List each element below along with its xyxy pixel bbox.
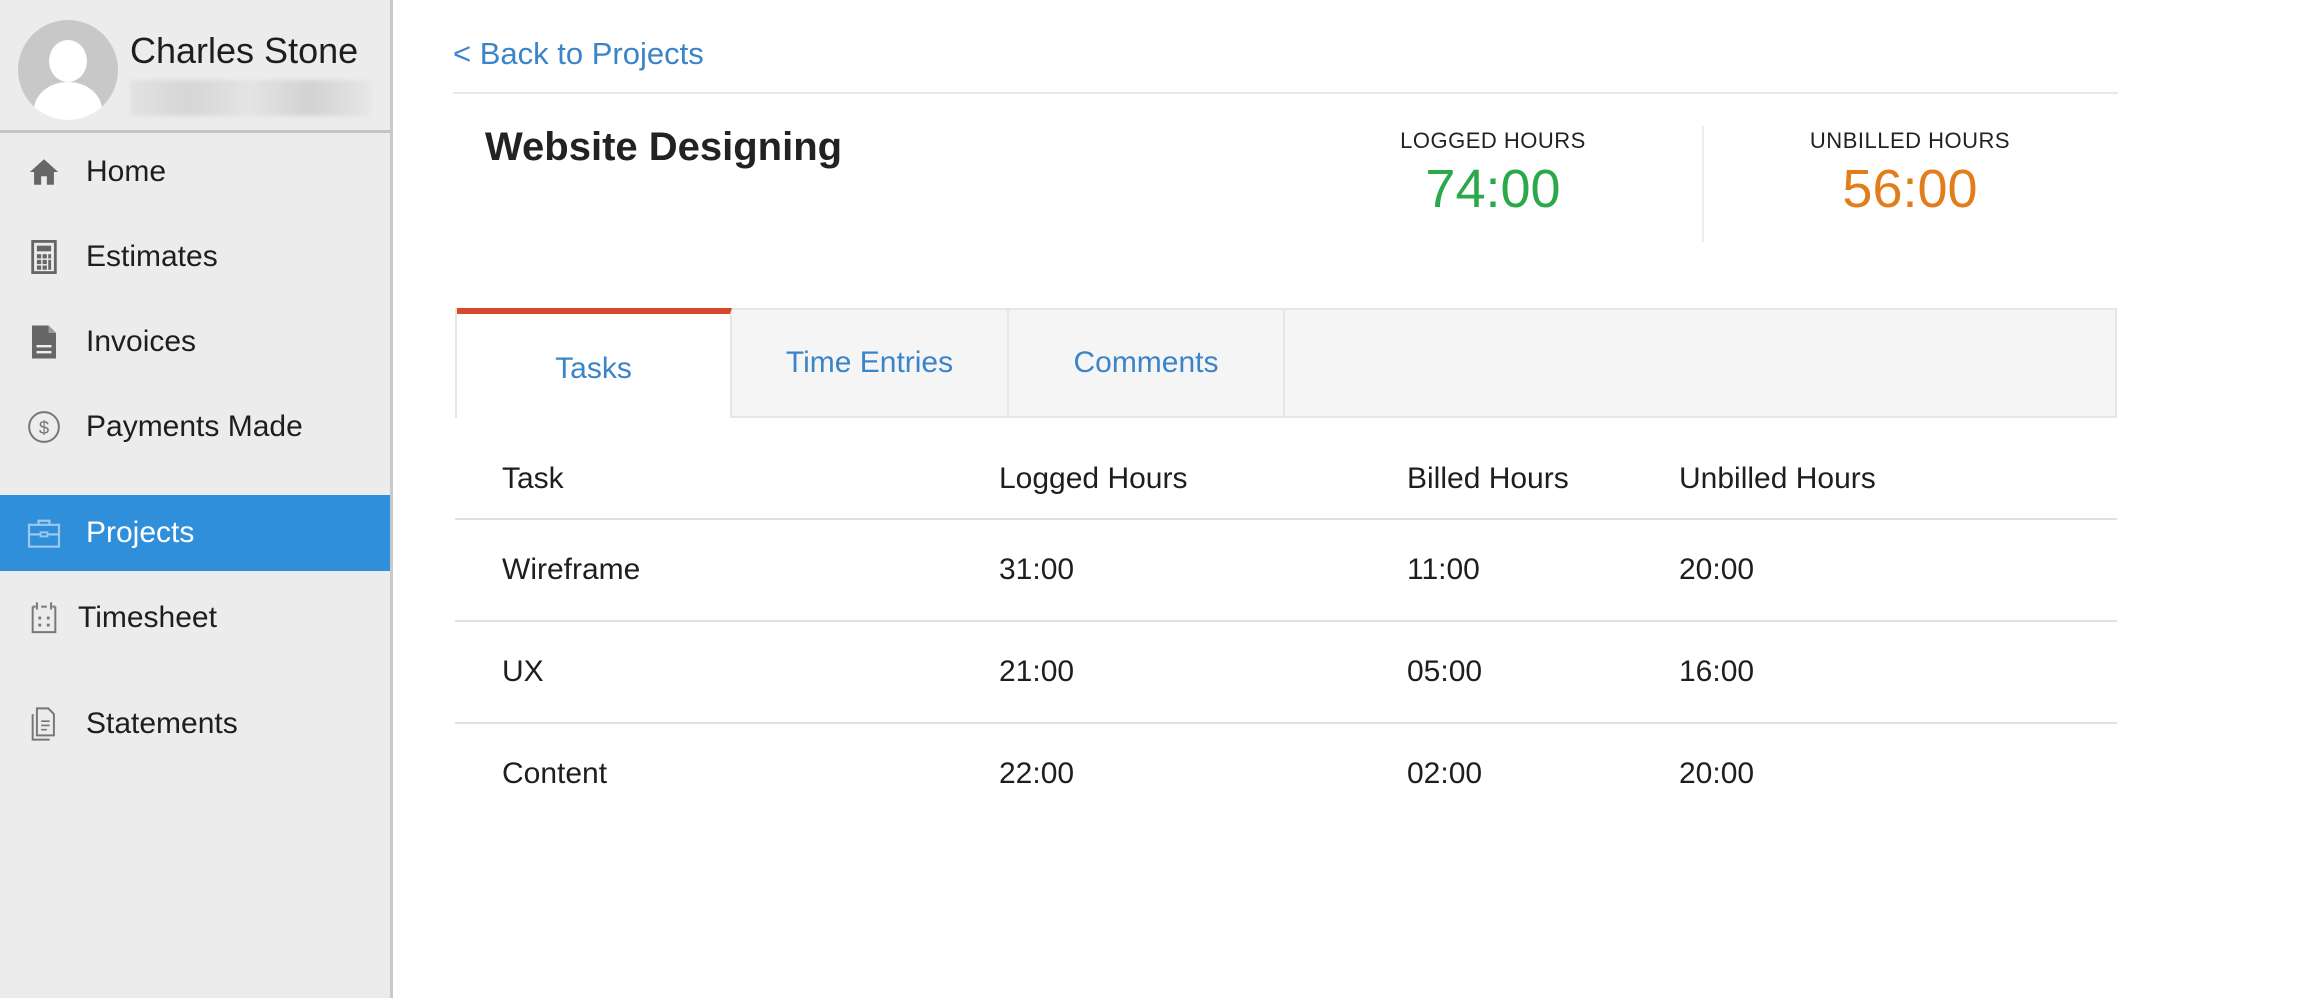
logged-hours: 22:00: [999, 757, 1075, 790]
task-name: UX: [502, 655, 544, 688]
table-row[interactable]: Content 22:00 02:00 20:00: [455, 724, 2117, 824]
sidebar-item-label: Estimates: [86, 240, 218, 273]
calculator-icon: [24, 237, 64, 277]
logged-hours: 21:00: [999, 655, 1075, 688]
logged-hours-stat: LOGGED HOURS 74:00: [1343, 128, 1643, 220]
header-divider: [453, 92, 2118, 94]
briefcase-icon: [24, 513, 64, 553]
user-email-blurred: [130, 80, 370, 116]
sidebar: Charles Stone Home Estimates Invoices $ …: [0, 0, 393, 998]
project-title: Website Designing: [485, 125, 843, 169]
sidebar-item-home[interactable]: Home: [0, 134, 390, 210]
sidebar-item-label: Payments Made: [86, 410, 303, 443]
logged-hours-label: LOGGED HOURS: [1400, 128, 1586, 153]
unbilled-hours-value: 56:00: [1842, 159, 1978, 219]
sidebar-item-label: Statements: [86, 707, 238, 740]
dollar-circle-icon: $: [24, 407, 64, 447]
avatar-head: [49, 40, 87, 82]
task-name: Wireframe: [502, 553, 641, 586]
table-row[interactable]: Wireframe 31:00 11:00 20:00: [455, 520, 2117, 622]
unbilled-hours-stat: UNBILLED HOURS 56:00: [1760, 128, 2060, 220]
sidebar-item-payments-made[interactable]: $ Payments Made: [0, 389, 390, 465]
sidebar-item-label: Home: [86, 155, 167, 188]
home-icon: [24, 152, 64, 192]
svg-text:$: $: [39, 417, 49, 438]
billed-hours: 05:00: [1407, 655, 1483, 688]
unbilled-hours: 16:00: [1679, 655, 1755, 688]
sidebar-item-label: Projects: [86, 516, 195, 549]
unbilled-hours-label: UNBILLED HOURS: [1809, 128, 2011, 153]
billed-hours: 11:00: [1407, 553, 1480, 586]
table-row[interactable]: UX 21:00 05:00 16:00: [455, 622, 2117, 724]
billed-hours: 02:00: [1407, 757, 1483, 790]
document-icon: [24, 322, 64, 362]
tasks-table: Task Logged Hours Billed Hours Unbilled …: [455, 440, 2117, 824]
logged-hours: 31:00: [999, 553, 1075, 586]
column-header-unbilled-hours: Unbilled Hours: [1679, 462, 1876, 495]
tab-tasks[interactable]: Tasks: [457, 308, 732, 418]
sidebar-item-statements[interactable]: Statements: [0, 686, 390, 762]
statements-icon: [24, 704, 64, 744]
calendar-icon: [24, 598, 64, 638]
unbilled-hours: 20:00: [1679, 757, 1755, 790]
user-profile: Charles Stone: [0, 0, 390, 133]
task-name: Content: [502, 757, 608, 790]
back-to-projects-link[interactable]: < Back to Projects: [453, 36, 704, 72]
unbilled-hours: 20:00: [1679, 553, 1755, 586]
avatar-body: [34, 82, 102, 120]
logged-hours-value: 74:00: [1425, 159, 1561, 219]
column-header-logged-hours: Logged Hours: [999, 462, 1188, 495]
user-name: Charles Stone: [130, 30, 359, 71]
sidebar-item-label: Invoices: [86, 325, 197, 358]
tab-time-entries[interactable]: Time Entries: [732, 310, 1009, 416]
table-header: Task Logged Hours Billed Hours Unbilled …: [455, 440, 2117, 520]
sidebar-item-label: Timesheet: [78, 601, 217, 634]
column-header-task: Task: [502, 462, 564, 495]
sidebar-item-timesheet[interactable]: Timesheet: [0, 580, 390, 656]
column-header-billed-hours: Billed Hours: [1407, 462, 1569, 495]
sidebar-item-estimates[interactable]: Estimates: [0, 219, 390, 295]
project-tabs: Tasks Time Entries Comments: [455, 308, 2117, 418]
sidebar-item-projects[interactable]: Projects: [0, 495, 390, 571]
avatar[interactable]: [18, 20, 118, 120]
stats-divider: [1702, 126, 1704, 242]
tab-comments[interactable]: Comments: [1009, 310, 1285, 416]
sidebar-item-invoices[interactable]: Invoices: [0, 304, 390, 380]
